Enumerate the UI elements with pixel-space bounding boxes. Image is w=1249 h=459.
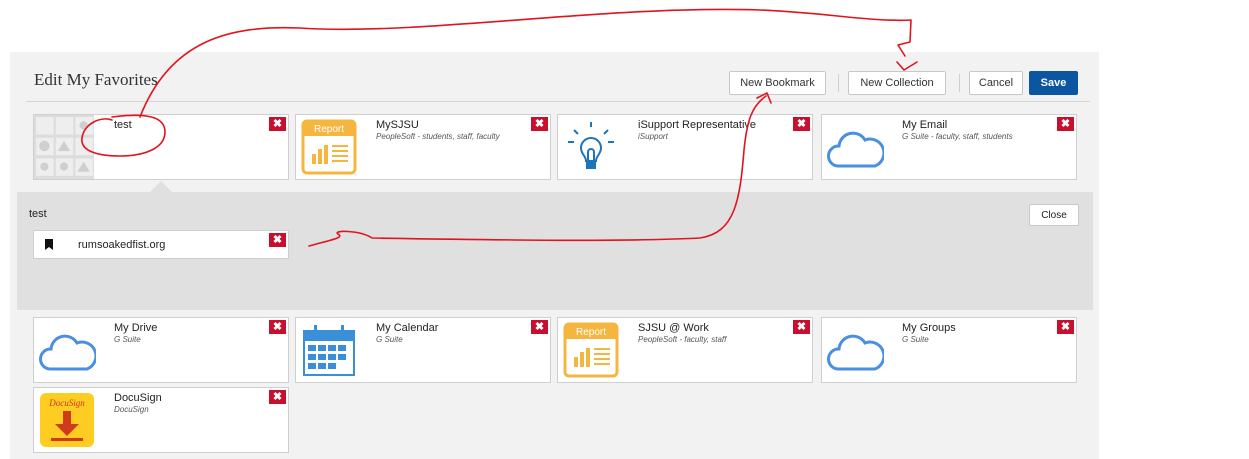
tile-subtitle: G Suite xyxy=(376,335,403,344)
tile-subtitle: G Suite - faculty, staff, students xyxy=(902,132,1013,141)
new-collection-button[interactable]: New Collection xyxy=(848,71,946,95)
page-title: Edit My Favorites xyxy=(34,70,158,89)
remove-icon[interactable]: ✖ xyxy=(1057,320,1074,334)
tile-title: DocuSign xyxy=(114,392,162,404)
tile-title: SJSU @ Work xyxy=(638,322,709,334)
tile-title: My Groups xyxy=(902,322,956,334)
favorite-tile-isupport[interactable]: iSupport Representative iSupport ✖ xyxy=(557,114,813,180)
remove-icon[interactable]: ✖ xyxy=(1057,117,1074,131)
remove-icon[interactable]: ✖ xyxy=(793,320,810,334)
tile-subtitle: iSupport xyxy=(638,132,668,141)
tile-title: My Drive xyxy=(114,322,158,334)
lightbulb-icon xyxy=(568,122,614,169)
tile-subtitle: DocuSign xyxy=(114,405,149,414)
tile-title: My Email xyxy=(902,119,948,131)
favorite-tile-my-calendar[interactable]: My Calendar G Suite ✖ xyxy=(295,317,551,383)
report-icon-label: Report xyxy=(576,327,606,338)
docusign-icon: DocuSign xyxy=(40,393,94,447)
report-icon-label: Report xyxy=(314,124,344,135)
favorite-tile-sjsu-at-work[interactable]: Report SJSU @ Work PeopleSoft - faculty,… xyxy=(557,317,813,383)
collection-grid-icon xyxy=(34,115,94,179)
remove-icon[interactable]: ✖ xyxy=(269,390,286,404)
tile-title: MySJSU xyxy=(376,119,419,131)
favorite-tile-my-drive[interactable]: My Drive G Suite ✖ xyxy=(33,317,289,383)
new-bookmark-button[interactable]: New Bookmark xyxy=(729,71,826,95)
bookmark-icon xyxy=(45,239,53,250)
report-icon: Report xyxy=(563,322,619,378)
tile-subtitle: PeopleSoft - students, staff, faculty xyxy=(376,132,500,141)
favorite-tile-mysjsu[interactable]: Report MySJSU PeopleSoft - students, sta… xyxy=(295,114,551,180)
collection-title: test xyxy=(29,208,47,220)
cancel-button[interactable]: Cancel xyxy=(969,71,1023,95)
favorite-tile-my-groups[interactable]: My Groups G Suite ✖ xyxy=(821,317,1077,383)
tile-title: My Calendar xyxy=(376,322,439,334)
favorite-tile-docusign[interactable]: DocuSign DocuSign DocuSign ✖ xyxy=(33,387,289,453)
remove-icon[interactable]: ✖ xyxy=(531,320,548,334)
remove-icon[interactable]: ✖ xyxy=(269,233,286,247)
remove-icon[interactable]: ✖ xyxy=(793,117,810,131)
header-divider xyxy=(26,101,1090,102)
close-button[interactable]: Close xyxy=(1029,204,1079,226)
report-icon: Report xyxy=(301,119,357,175)
tile-subtitle: G Suite xyxy=(114,335,141,344)
tile-title: test xyxy=(114,119,132,131)
favorite-tile-my-email[interactable]: My Email G Suite - faculty, staff, stude… xyxy=(821,114,1077,180)
bookmark-item[interactable]: rumsoakedfist.org ✖ xyxy=(33,230,289,259)
save-button[interactable]: Save xyxy=(1029,71,1078,95)
divider xyxy=(838,74,839,92)
cloud-icon xyxy=(827,131,884,168)
remove-icon[interactable]: ✖ xyxy=(531,117,548,131)
tile-subtitle: G Suite xyxy=(902,335,929,344)
cloud-icon xyxy=(827,334,884,371)
docusign-icon-label: DocuSign xyxy=(48,398,85,408)
tile-title: iSupport Representative xyxy=(638,119,757,131)
tile-subtitle: PeopleSoft - faculty, staff xyxy=(638,335,727,344)
bookmark-label: rumsoakedfist.org xyxy=(78,239,166,251)
collection-caret xyxy=(150,181,172,192)
remove-icon[interactable]: ✖ xyxy=(269,320,286,334)
calendar-icon xyxy=(303,325,355,376)
remove-icon[interactable]: ✖ xyxy=(269,117,286,131)
cloud-icon xyxy=(39,334,96,371)
favorite-tile-test[interactable]: test ✖ xyxy=(33,114,289,180)
divider xyxy=(959,74,960,92)
